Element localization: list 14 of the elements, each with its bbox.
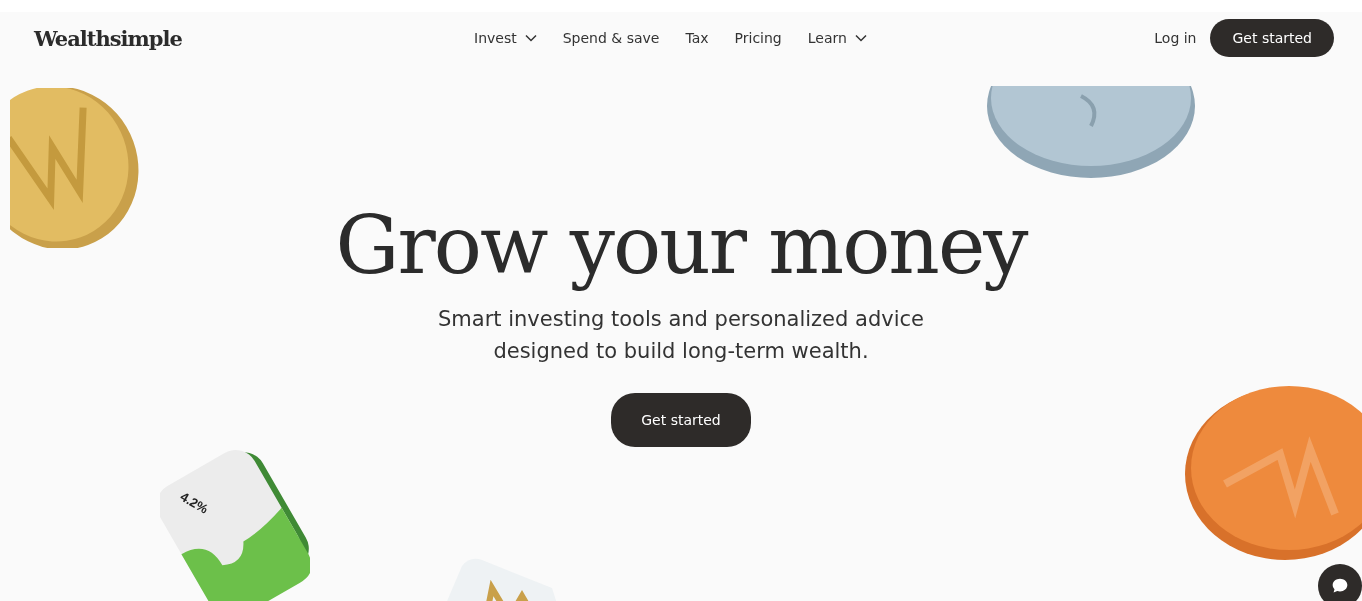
- nav-link[interactable]: Invest: [474, 30, 537, 46]
- get-started-button[interactable]: Get started: [1210, 19, 1334, 57]
- wealthsimple-logo[interactable]: Wealthsimple: [34, 25, 454, 51]
- nav-link[interactable]: Tax: [685, 30, 709, 46]
- get-started-button[interactable]: Get started: [611, 393, 751, 447]
- nav-link[interactable]: Pricing: [734, 30, 782, 46]
- chevron-down-icon: [524, 34, 537, 42]
- nav-link[interactable]: Spend & save: [562, 30, 660, 46]
- login-link[interactable]: Log in: [1154, 30, 1197, 46]
- nav-link[interactable]: Learn: [807, 30, 867, 46]
- hero-subtitle: Smart investing tools and personalized advice designed to build long-term wealth.: [437, 306, 925, 365]
- hero-title: Grow your money: [335, 202, 1027, 290]
- chevron-down-icon: [854, 34, 867, 42]
- chat-button[interactable]: [1318, 564, 1362, 601]
